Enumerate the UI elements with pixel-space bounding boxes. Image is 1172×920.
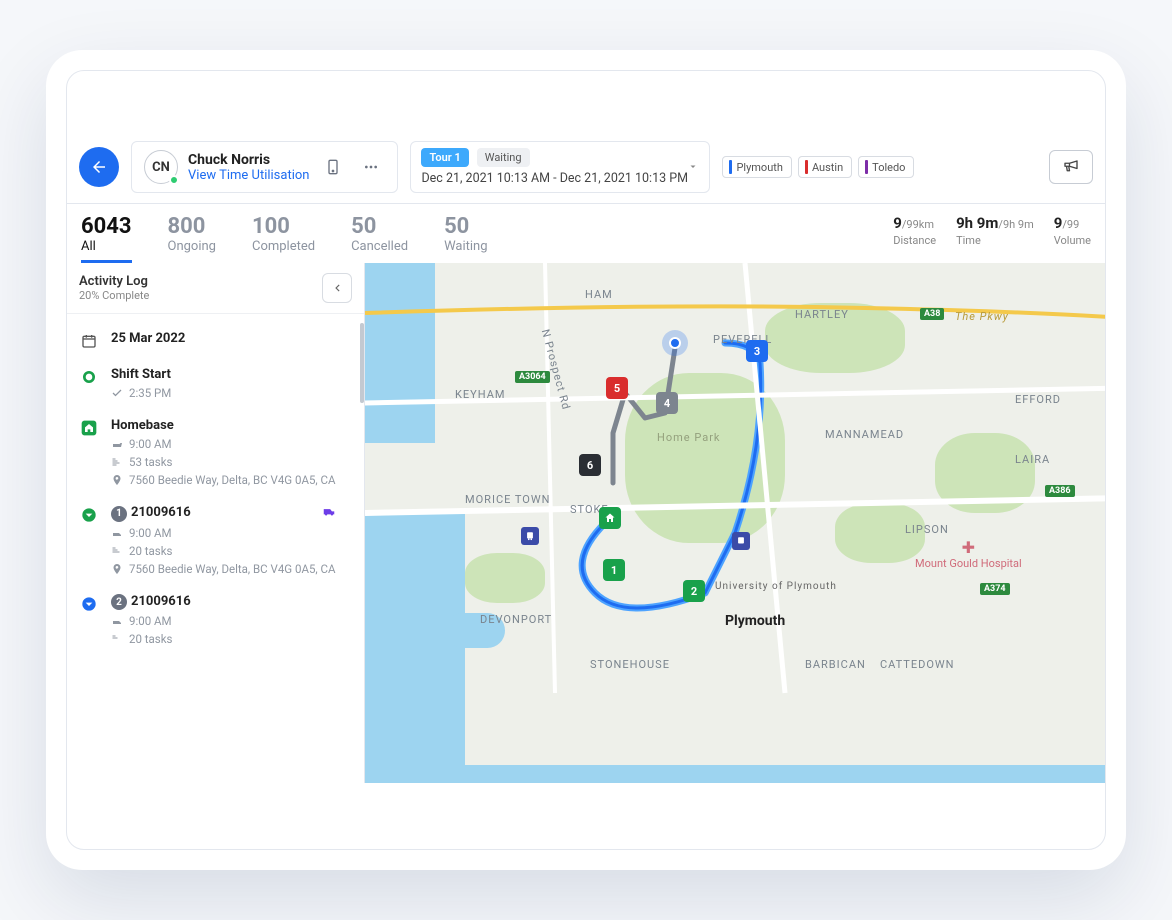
- stat-tab[interactable]: 100Completed: [252, 214, 315, 254]
- more-icon[interactable]: [357, 153, 385, 181]
- collapse-sidebar-button[interactable]: [322, 273, 352, 303]
- back-button[interactable]: [79, 147, 119, 187]
- user-card[interactable]: CN Chuck Norris View Time Utilisation: [131, 141, 398, 193]
- map-pin-2[interactable]: 2: [683, 580, 705, 602]
- scrollbar[interactable]: [360, 323, 364, 403]
- stop-index-badge: 2: [111, 594, 127, 610]
- user-name: Chuck Norris: [188, 152, 309, 168]
- log-stop-1[interactable]: 121009616 9:00 AM 20 tasks 7560 Beedie W…: [79, 496, 352, 585]
- tour-badge: Tour 1: [421, 148, 468, 167]
- activity-log-list: 25 Mar 2022 Shift Start 2:35 PM Homebase…: [67, 314, 364, 663]
- metric: 9/99Volume: [1054, 214, 1091, 247]
- stop-index-badge: 1: [111, 506, 127, 522]
- map-pin-5[interactable]: 5: [606, 377, 628, 399]
- shift-icon: [79, 367, 99, 400]
- vehicle-icon: [320, 505, 338, 523]
- time-utilisation-link[interactable]: View Time Utilisation: [188, 168, 309, 183]
- avatar: CN: [144, 150, 178, 184]
- log-date-row: 25 Mar 2022: [79, 322, 352, 358]
- tour-status: Waiting: [477, 148, 530, 167]
- stop-status-icon: [79, 594, 99, 647]
- online-dot: [169, 175, 179, 185]
- stat-tab[interactable]: 800Ongoing: [168, 214, 216, 254]
- hospital-label: ✚Mount Gould Hospital: [915, 538, 1022, 570]
- map-pin-4[interactable]: 4: [656, 392, 678, 414]
- stat-tab[interactable]: 50Cancelled: [351, 214, 408, 254]
- phone-icon[interactable]: [319, 153, 347, 181]
- map-pin-1[interactable]: 1: [603, 559, 625, 581]
- log-homebase[interactable]: Homebase 9:00 AM 53 tasks 7560 Beedie Wa…: [79, 409, 352, 496]
- city-tag[interactable]: Austin: [798, 156, 852, 178]
- activity-log-title: Activity Log: [79, 274, 149, 289]
- transit-icon: [732, 532, 750, 550]
- announce-button[interactable]: [1049, 150, 1093, 184]
- map-pin-6[interactable]: 6: [579, 454, 601, 476]
- city-tag[interactable]: Toledo: [858, 156, 914, 178]
- gps-current-location: [662, 330, 688, 356]
- calendar-icon: [79, 331, 99, 349]
- city-tags: Plymouth Austin Toledo: [722, 156, 914, 178]
- metric: 9h 9m/9h 9mTime: [956, 214, 1034, 247]
- log-shift-start[interactable]: Shift Start 2:35 PM: [79, 358, 352, 409]
- map-city-label: Plymouth: [725, 613, 785, 629]
- metrics: 9/99kmDistance 9h 9m/9h 9mTime 9/99Volume: [893, 214, 1091, 247]
- header-bar: CN Chuck Norris View Time Utilisation To…: [67, 141, 1105, 204]
- transit-icon: [521, 527, 539, 545]
- log-stop-2[interactable]: 221009616 9:00 AM 20 tasks: [79, 585, 352, 656]
- map-pin-home[interactable]: [599, 507, 621, 529]
- map-pin-3[interactable]: 3: [746, 340, 768, 362]
- tour-date-range: Dec 21, 2021 10:13 AM - Dec 21, 2021 10:…: [421, 171, 699, 186]
- activity-log-subtitle: 20% Complete: [79, 289, 149, 302]
- map-view[interactable]: HAM HARTLEY PEVERELL KEYHAM EFFORD MANNA…: [365, 263, 1105, 783]
- stat-tab[interactable]: 6043All: [81, 214, 132, 263]
- stat-tab[interactable]: 50Waiting: [444, 214, 487, 254]
- city-tag[interactable]: Plymouth: [722, 156, 791, 178]
- tour-selector[interactable]: Tour 1 Waiting Dec 21, 2021 10:13 AM - D…: [410, 141, 710, 193]
- home-icon: [79, 418, 99, 487]
- activity-sidebar: Activity Log 20% Complete 25 Mar 2022 Sh…: [67, 263, 365, 783]
- stop-status-icon: [79, 505, 99, 576]
- metric: 9/99kmDistance: [893, 214, 936, 247]
- stats-bar: 6043All 800Ongoing 100Completed 50Cancelled…: [67, 204, 1105, 263]
- chevron-down-icon: [687, 158, 699, 177]
